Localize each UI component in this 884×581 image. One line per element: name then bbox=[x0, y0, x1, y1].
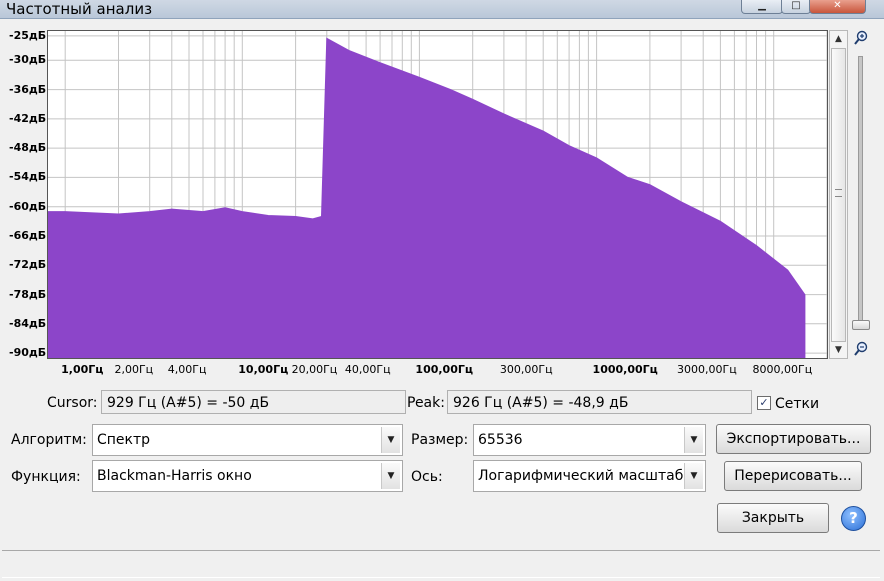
y-tick-label: -54дБ bbox=[9, 170, 47, 184]
help-icon[interactable]: ? bbox=[841, 506, 866, 531]
x-tick-label: 10,00Гц bbox=[238, 363, 289, 376]
algorithm-select-value: Спектр bbox=[97, 432, 151, 448]
x-tick-label: 20,00Гц bbox=[291, 363, 338, 376]
zoom-in-icon[interactable] bbox=[853, 30, 869, 46]
close-button[interactable]: Закрыть bbox=[717, 503, 829, 533]
x-tick-label: 3000,00Гц bbox=[677, 363, 737, 376]
axis-label: Ось: bbox=[411, 469, 443, 485]
y-tick-label: -42дБ bbox=[9, 111, 47, 125]
y-tick-label: -66дБ bbox=[9, 228, 47, 242]
peak-value-field: 926 Гц (A#5) = -48,9 дБ bbox=[447, 390, 752, 414]
close-icon[interactable]: ✕ bbox=[809, 0, 866, 14]
chevron-down-icon[interactable]: ▼ bbox=[684, 463, 703, 489]
x-tick-label: 300,00Гц bbox=[499, 363, 553, 376]
peak-label: Peak: bbox=[407, 395, 445, 411]
y-tick-label: -60дБ bbox=[9, 199, 47, 213]
spectrum-series-area bbox=[47, 37, 806, 359]
function-select[interactable]: Blackman-Harris окно ▼ bbox=[92, 460, 403, 492]
size-select-value: 65536 bbox=[478, 432, 523, 448]
size-select[interactable]: 65536 ▼ bbox=[473, 424, 706, 456]
zoom-slider-track[interactable] bbox=[858, 56, 863, 330]
axis-select-value: Логарифмический масштаб bbox=[478, 468, 684, 484]
x-tick-label: 40,00Гц bbox=[344, 363, 391, 376]
zoom-out-icon[interactable] bbox=[853, 341, 869, 357]
export-button[interactable]: Экспортировать... bbox=[716, 424, 871, 454]
y-tick-label: -72дБ bbox=[9, 258, 47, 272]
zoom-slider-thumb[interactable] bbox=[852, 320, 870, 330]
scroll-down-arrow-icon[interactable]: ▼ bbox=[830, 342, 847, 358]
x-tick-label: 100,00Гц bbox=[415, 363, 474, 376]
chevron-down-icon[interactable]: ▼ bbox=[381, 427, 400, 453]
title-bar: Частотный анализ ▁ □ ✕ bbox=[0, 0, 884, 19]
grip-icon bbox=[835, 189, 842, 197]
y-tick-label: -25дБ bbox=[9, 29, 47, 42]
algorithm-select[interactable]: Спектр ▼ bbox=[92, 424, 403, 456]
scrollbar-thumb[interactable] bbox=[831, 48, 846, 342]
spectrum-plot-svg bbox=[47, 31, 828, 359]
y-tick-label: -84дБ bbox=[9, 316, 47, 330]
axis-select[interactable]: Логарифмический масштаб ▼ bbox=[473, 460, 706, 492]
x-tick-label: 1,00Гц bbox=[61, 363, 104, 376]
size-label: Размер: bbox=[411, 432, 469, 448]
chevron-down-icon[interactable]: ▼ bbox=[684, 427, 703, 453]
minimize-icon[interactable]: ▁ bbox=[741, 0, 783, 14]
cursor-label: Cursor: bbox=[47, 395, 98, 411]
scroll-up-arrow-icon[interactable]: ▲ bbox=[830, 31, 847, 47]
status-bar bbox=[2, 550, 880, 578]
y-tick-label: -48дБ bbox=[9, 141, 47, 155]
y-tick-label: -90дБ bbox=[9, 346, 47, 359]
plot-vertical-scrollbar[interactable]: ▲ ▼ bbox=[829, 30, 848, 359]
y-tick-label: -30дБ bbox=[9, 53, 47, 67]
grid-checkbox-label[interactable]: Сетки bbox=[775, 395, 819, 413]
y-tick-label: -78дБ bbox=[9, 287, 47, 301]
spectrum-plot[interactable] bbox=[47, 30, 828, 359]
window-title: Частотный анализ bbox=[6, 0, 153, 18]
grid-checkbox[interactable]: ✓ bbox=[757, 396, 771, 410]
x-tick-label: 2,00Гц bbox=[114, 363, 154, 376]
function-select-value: Blackman-Harris окно bbox=[97, 468, 252, 484]
x-tick-label: 1000,00Гц bbox=[592, 363, 658, 376]
redraw-button[interactable]: Перерисовать... bbox=[724, 461, 862, 491]
function-label: Функция: bbox=[11, 469, 81, 485]
chevron-down-icon[interactable]: ▼ bbox=[381, 463, 400, 489]
x-tick-label: 8000,00Гц bbox=[752, 363, 813, 376]
y-tick-label: -36дБ bbox=[9, 82, 47, 96]
maximize-icon[interactable]: □ bbox=[781, 0, 811, 14]
cursor-value-field: 929 Гц (A#5) = -50 дБ bbox=[101, 390, 406, 414]
x-tick-label: 4,00Гц bbox=[167, 363, 207, 376]
algorithm-label: Алгоритм: bbox=[11, 432, 87, 448]
